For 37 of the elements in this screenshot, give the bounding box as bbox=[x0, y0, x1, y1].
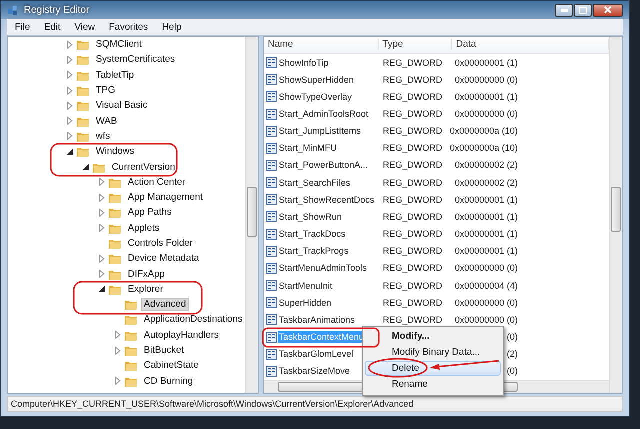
value-data: 0x00000001 (1) bbox=[454, 245, 518, 258]
value-data: 0x00000001 (1) bbox=[454, 228, 518, 240]
window-title: Registry Editor bbox=[24, 4, 90, 16]
value-type: REG_DWORD bbox=[382, 262, 444, 274]
value-data: 0x00000000 (0) bbox=[454, 296, 518, 309]
value-type: REG_DWORD bbox=[382, 280, 444, 292]
value-data: 0x00000004 (4) bbox=[454, 280, 518, 292]
value-data: (0) bbox=[507, 331, 518, 344]
value-type: REG_DWORD bbox=[382, 56, 444, 69]
value-data: 0x00000000 (0) bbox=[454, 262, 518, 274]
value-data: 0x0000000a (10) bbox=[450, 125, 518, 138]
value-type: REG_DWORD bbox=[382, 194, 444, 206]
value-type: REG_DWORD bbox=[382, 142, 444, 154]
value-type: REG_DWORD bbox=[382, 314, 444, 326]
value-type: REG_DWORD bbox=[382, 125, 444, 138]
value-data: 0x00000002 (2) bbox=[454, 176, 518, 189]
value-data: (2) bbox=[507, 348, 518, 360]
value-type: REG_DWORD bbox=[382, 90, 444, 103]
value-type: REG_DWORD bbox=[382, 74, 444, 86]
value-type: REG_DWORD bbox=[382, 210, 444, 223]
value-type: REG_DWORD bbox=[382, 245, 444, 258]
value-data: 0x00000000 (0) bbox=[454, 108, 518, 120]
value-type: REG_DWORD bbox=[382, 176, 444, 189]
value-data: 0x00000001 (1) bbox=[454, 90, 518, 103]
status-bar: Computer\HKEY_CURRENT_USER\Software\Microsoft\Windows\CurrentVersion\Explorer\Advanced bbox=[7, 396, 623, 412]
value-data: 0x00000000 (0) bbox=[454, 314, 518, 326]
value-data: 0x00000001 (1) bbox=[454, 210, 518, 223]
value-type: REG_DWORD bbox=[382, 228, 444, 240]
value-type: REG_DWORD bbox=[382, 159, 444, 172]
value-data: 0x00000001 (1) bbox=[454, 194, 518, 206]
value-data: 0x00000001 (1) bbox=[454, 56, 518, 69]
value-data: (0) bbox=[507, 365, 518, 378]
value-data: 0x00000002 (2) bbox=[454, 159, 518, 172]
value-data: 0x0000000a (10) bbox=[450, 142, 518, 154]
value-data: 0x00000000 (0) bbox=[454, 74, 518, 86]
value-type: REG_DWORD bbox=[382, 296, 444, 309]
value-type: REG_DWORD bbox=[382, 108, 444, 120]
